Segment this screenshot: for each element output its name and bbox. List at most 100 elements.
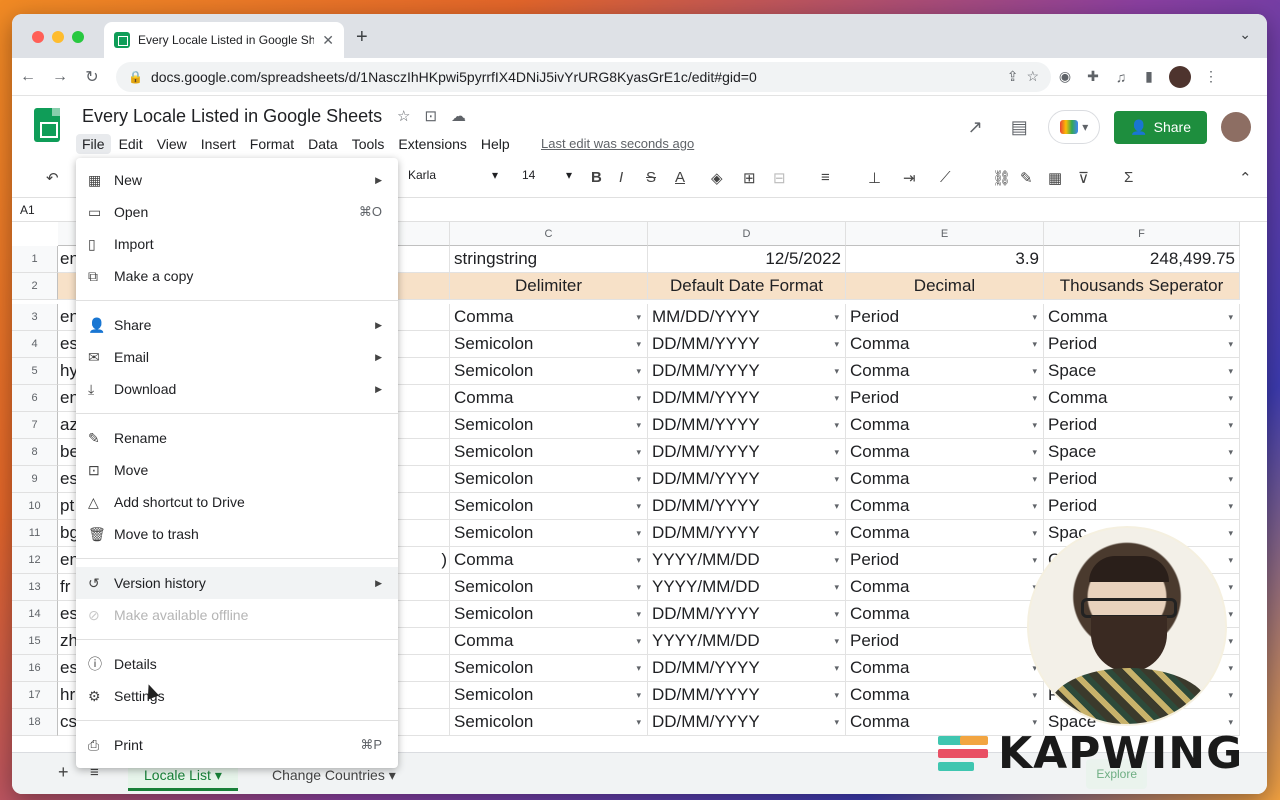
undo-icon[interactable]: ↶ xyxy=(46,169,59,187)
share-page-icon[interactable]: ⇪ xyxy=(1007,68,1019,85)
cell-f[interactable]: Period ▾ xyxy=(1044,331,1240,358)
insert-link-icon[interactable]: ⛓ xyxy=(992,169,1011,187)
row-header[interactable]: 10 xyxy=(12,493,58,520)
dropdown-chevron-icon[interactable]: ▾ xyxy=(834,682,839,708)
cell-d[interactable]: Default Date Format xyxy=(648,273,846,300)
cell-c[interactable]: Semicolon ▾ xyxy=(450,655,648,682)
row-header[interactable]: 3 xyxy=(12,304,58,331)
menu-item-rename[interactable]: ✎ Rename xyxy=(76,422,398,454)
profile-avatar[interactable] xyxy=(1169,65,1191,88)
row-header[interactable]: 7 xyxy=(12,412,58,439)
horizontal-align-icon[interactable]: ≡ xyxy=(821,169,830,186)
maximize-window-button[interactable] xyxy=(72,31,84,43)
extension-icon[interactable]: ◉ xyxy=(1051,68,1079,85)
menu-format[interactable]: Format xyxy=(244,134,300,154)
move-folder-icon[interactable]: ⊡ xyxy=(424,107,437,125)
dropdown-chevron-icon[interactable]: ▾ xyxy=(1032,439,1037,465)
dropdown-chevron-icon[interactable]: ▾ xyxy=(834,709,839,735)
menu-view[interactable]: View xyxy=(151,134,193,154)
cell-c[interactable]: Semicolon ▾ xyxy=(450,682,648,709)
dropdown-chevron-icon[interactable]: ▾ xyxy=(834,547,839,573)
menu-item-move[interactable]: ⊡ Move xyxy=(76,454,398,486)
menu-item-new[interactable]: ▦ New ▶ xyxy=(76,164,398,196)
cell-f[interactable]: Period ▾ xyxy=(1044,466,1240,493)
new-tab-button[interactable]: + xyxy=(356,26,368,49)
row-header[interactable]: 11 xyxy=(12,520,58,547)
cell-c[interactable]: Comma ▾ xyxy=(450,547,648,574)
minimize-window-button[interactable] xyxy=(52,31,64,43)
cell-f[interactable]: Period ▾ xyxy=(1044,412,1240,439)
dropdown-chevron-icon[interactable]: ▾ xyxy=(636,601,641,627)
dropdown-chevron-icon[interactable]: ▾ xyxy=(1228,574,1233,600)
dropdown-chevron-icon[interactable]: ▾ xyxy=(636,304,641,330)
reload-icon[interactable]: ↻ xyxy=(76,67,108,87)
dropdown-chevron-icon[interactable]: ▾ xyxy=(834,331,839,357)
borders-icon[interactable]: ⊞ xyxy=(743,169,756,187)
text-wrap-icon[interactable]: ⇥ xyxy=(903,169,916,187)
cell-d[interactable]: 12/5/2022 xyxy=(648,246,846,273)
dropdown-chevron-icon[interactable]: ▾ xyxy=(636,520,641,546)
side-panel-icon[interactable]: ▮ xyxy=(1135,68,1163,85)
dropdown-chevron-icon[interactable]: ▾ xyxy=(636,709,641,735)
tab-search-icon[interactable]: ⌄ xyxy=(1239,26,1251,43)
cell-e[interactable]: Comma▾ xyxy=(846,574,1044,601)
dropdown-chevron-icon[interactable]: ▾ xyxy=(1032,304,1037,330)
dropdown-chevron-icon[interactable]: ▾ xyxy=(636,439,641,465)
last-edit-link[interactable]: Last edit was seconds ago xyxy=(541,136,694,151)
cell-c[interactable]: Semicolon ▾ xyxy=(450,466,648,493)
cell-e[interactable]: Comma▾ xyxy=(846,466,1044,493)
dropdown-chevron-icon[interactable]: ▾ xyxy=(1228,493,1233,519)
menu-item-move-trash[interactable]: 🗑 Move to trash xyxy=(76,518,398,550)
menu-data[interactable]: Data xyxy=(302,134,344,154)
dropdown-chevron-icon[interactable]: ▾ xyxy=(636,655,641,681)
row-header[interactable]: 14 xyxy=(12,601,58,628)
dropdown-chevron-icon[interactable]: ▾ xyxy=(834,628,839,654)
menu-extensions[interactable]: Extensions xyxy=(392,134,472,154)
fill-color-icon[interactable]: ◈ xyxy=(711,169,723,187)
cell-f[interactable]: Period ▾ xyxy=(1044,493,1240,520)
dropdown-chevron-icon[interactable]: ▾ xyxy=(636,682,641,708)
dropdown-chevron-icon[interactable]: ▾ xyxy=(834,304,839,330)
menu-insert[interactable]: Insert xyxy=(195,134,242,154)
dropdown-chevron-icon[interactable]: ▾ xyxy=(636,331,641,357)
cell-f[interactable]: 248,499.75 xyxy=(1044,246,1240,273)
media-control-icon[interactable]: ♫ xyxy=(1107,69,1135,85)
dropdown-chevron-icon[interactable]: ▾ xyxy=(636,412,641,438)
cell-f[interactable]: Space ▾ xyxy=(1044,358,1240,385)
cell-e[interactable]: Period ▾ xyxy=(846,385,1044,412)
functions-icon[interactable]: Σ xyxy=(1124,169,1133,186)
cell-e[interactable]: Comma▾ xyxy=(846,493,1044,520)
cell-d[interactable]: DD/MM/YYYY ▾ xyxy=(648,439,846,466)
cell-d[interactable]: YYYY/MM/DD ▾ xyxy=(648,628,846,655)
cloud-status-icon[interactable]: ☁ xyxy=(451,107,466,125)
row-header[interactable]: 6 xyxy=(12,385,58,412)
dropdown-chevron-icon[interactable]: ▾ xyxy=(1228,466,1233,492)
column-header-f[interactable]: F xyxy=(1044,222,1240,246)
dropdown-chevron-icon[interactable]: ▾ xyxy=(1032,493,1037,519)
puzzle-extensions-icon[interactable]: ✚ xyxy=(1079,68,1107,85)
row-header[interactable]: 8 xyxy=(12,439,58,466)
cell-d[interactable]: DD/MM/YYYY ▾ xyxy=(648,709,846,736)
row-header[interactable]: 18 xyxy=(12,709,58,736)
insert-chart-icon[interactable]: ▦ xyxy=(1048,169,1062,187)
dropdown-chevron-icon[interactable]: ▾ xyxy=(636,547,641,573)
cell-c[interactable]: Semicolon ▾ xyxy=(450,574,648,601)
menu-item-settings[interactable]: ⚙ Settings xyxy=(76,680,398,712)
cell-d[interactable]: DD/MM/YYYY ▾ xyxy=(648,493,846,520)
dropdown-chevron-icon[interactable]: ▾ xyxy=(1032,331,1037,357)
cell-d[interactable]: DD/MM/YYYY ▾ xyxy=(648,412,846,439)
dropdown-chevron-icon[interactable]: ▾ xyxy=(834,466,839,492)
column-header-c[interactable]: C xyxy=(450,222,648,246)
dropdown-chevron-icon[interactable]: ▾ xyxy=(1228,331,1233,357)
cell-e[interactable]: Comma▾ xyxy=(846,655,1044,682)
cell-d[interactable]: DD/MM/YYYY ▾ xyxy=(648,655,846,682)
browser-menu-icon[interactable]: ⋮ xyxy=(1197,68,1225,85)
cell-c[interactable]: Semicolon ▾ xyxy=(450,439,648,466)
dropdown-chevron-icon[interactable]: ▾ xyxy=(834,385,839,411)
row-header[interactable]: 4 xyxy=(12,331,58,358)
dropdown-chevron-icon[interactable]: ▾ xyxy=(636,385,641,411)
row-header[interactable]: 12 xyxy=(12,547,58,574)
menu-item-details[interactable]: ⓘ Details xyxy=(76,648,398,680)
menu-item-share[interactable]: 👤 Share ▶ xyxy=(76,309,398,341)
bookmark-star-icon[interactable]: ☆ xyxy=(1026,68,1039,85)
